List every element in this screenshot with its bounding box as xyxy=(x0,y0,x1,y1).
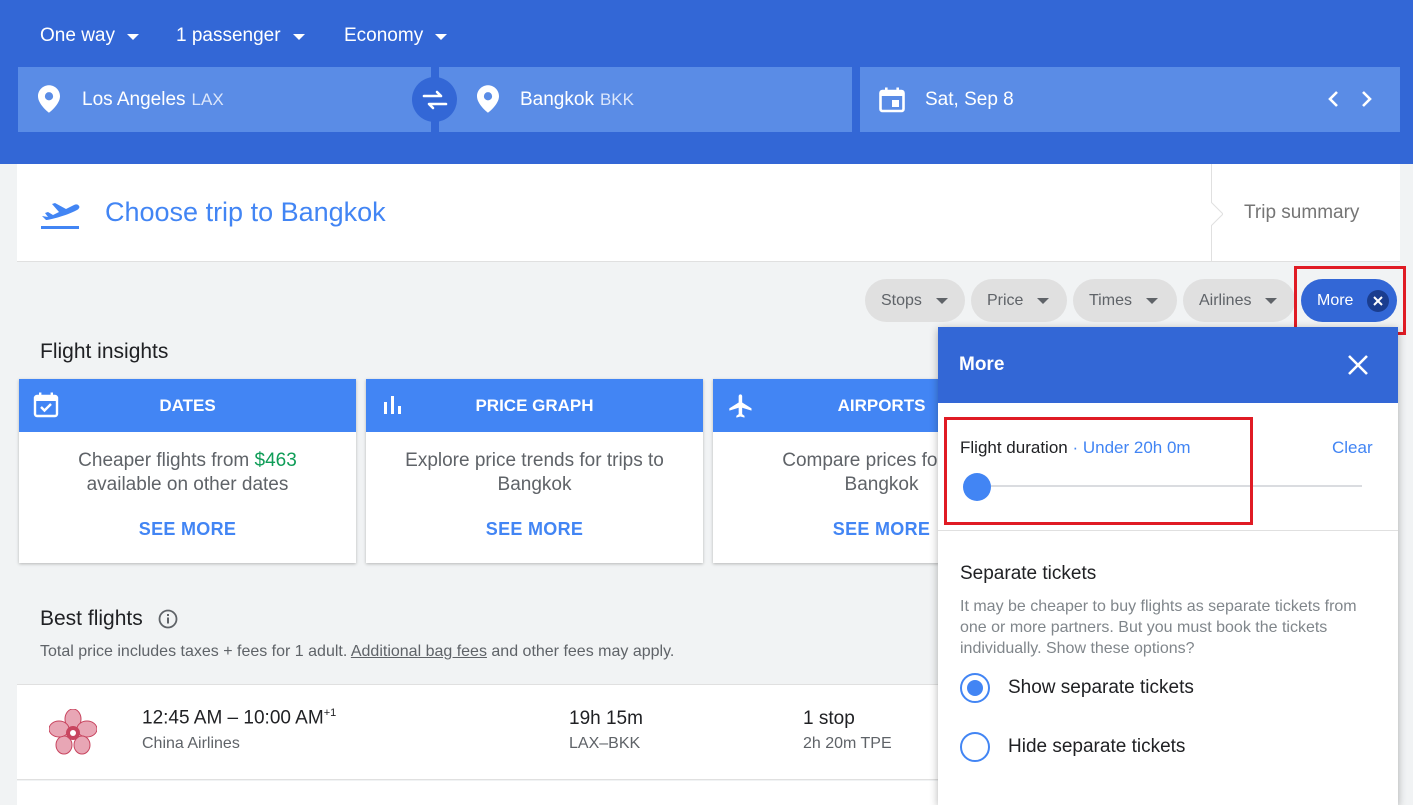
dates-insight-card[interactable]: DATES Cheaper flights from $463 availabl… xyxy=(19,379,356,563)
divider xyxy=(938,530,1398,531)
flight-row[interactable] xyxy=(17,781,947,805)
swap-locations-button[interactable] xyxy=(412,77,457,122)
passengers-dropdown[interactable]: 1 passenger xyxy=(176,22,305,50)
destination-field[interactable]: Bangkok BKK xyxy=(439,67,852,132)
highlight-box xyxy=(944,417,1253,525)
separate-tickets-heading: Separate tickets xyxy=(960,563,1097,584)
clear-duration-button[interactable]: Clear xyxy=(1332,438,1373,458)
info-icon[interactable] xyxy=(158,609,178,629)
trip-type-label: One way xyxy=(40,25,115,46)
insights-heading: Flight insights xyxy=(40,340,169,363)
chevron-down-icon xyxy=(1265,297,1278,304)
price-filter-chip[interactable]: Price xyxy=(971,279,1067,322)
hide-separate-tickets-radio[interactable] xyxy=(960,732,990,762)
card-text: Explore price trends for trips to Bangko… xyxy=(405,450,664,495)
lowest-price: $463 xyxy=(254,450,297,471)
card-header: DATES xyxy=(19,379,356,432)
card-text: Compare prices for airp Bangkok xyxy=(713,432,939,497)
chevron-right-icon[interactable] xyxy=(1359,89,1373,109)
swap-icon xyxy=(422,90,447,109)
flight-route: LAX–BKK xyxy=(569,735,641,752)
separate-tickets-description: It may be cheaper to buy flights as sepa… xyxy=(960,598,1357,657)
note-text: Total price includes taxes + fees for 1 … xyxy=(40,643,351,660)
china-airlines-logo xyxy=(49,709,97,755)
see-more-link[interactable]: SEE MORE xyxy=(19,519,356,540)
flight-layover: 2h 20m TPE xyxy=(803,735,892,752)
chevron-left-icon[interactable] xyxy=(1327,89,1341,109)
chevron-down-icon xyxy=(1037,297,1050,304)
chevron-down-icon xyxy=(292,34,305,40)
times-filter-chip[interactable]: Times xyxy=(1073,279,1177,322)
radio-label[interactable]: Hide separate tickets xyxy=(1008,736,1185,758)
airlines-filter-chip[interactable]: Airlines xyxy=(1183,279,1295,322)
page-title: Choose trip to Bangkok xyxy=(105,197,386,227)
stops-filter-chip[interactable]: Stops xyxy=(865,279,965,322)
best-flights-heading: Best flights xyxy=(40,607,143,631)
airports-insight-card[interactable]: AIRPORTS Compare prices for airp Bangkok… xyxy=(713,379,939,563)
trip-bar: Choose trip to Bangkok Trip summary xyxy=(17,164,1400,262)
flight-duration: 19h 15m xyxy=(569,708,643,729)
chip-label: Price xyxy=(987,291,1024,309)
cabin-class-label: Economy xyxy=(344,25,424,46)
calendar-check-icon xyxy=(33,392,59,418)
radio-selected-dot xyxy=(967,680,983,696)
flight-time-range: 12:45 AM – 10:00 AM xyxy=(142,707,324,729)
panel-header: More xyxy=(938,327,1398,403)
origin-field[interactable]: Los Angeles LAX xyxy=(18,67,431,132)
destination-city: Bangkok xyxy=(520,88,594,110)
card-text: Cheaper flights from $463 available on o… xyxy=(19,432,356,497)
bag-fees-link[interactable]: Additional bag fees xyxy=(351,643,487,660)
card-title: PRICE GRAPH xyxy=(475,395,594,415)
location-pin-icon xyxy=(38,85,60,113)
note-text: and other fees may apply. xyxy=(486,643,675,660)
trip-summary-step[interactable]: Trip summary xyxy=(1244,202,1359,224)
cabin-class-dropdown[interactable]: Economy xyxy=(344,22,448,50)
bar-chart-icon xyxy=(384,396,401,414)
best-flights-title: Best flights xyxy=(40,607,143,630)
airplane-icon xyxy=(729,394,752,418)
card-text-part: Bangkok xyxy=(844,474,919,495)
origin-city: Los Angeles xyxy=(82,88,186,110)
flight-stops: 1 stop xyxy=(803,708,855,729)
card-text-part: Cheaper flights from xyxy=(78,450,255,471)
card-title: DATES xyxy=(159,395,216,415)
card-header: PRICE GRAPH xyxy=(366,379,703,432)
see-more-link[interactable]: SEE MORE xyxy=(366,519,703,540)
chevron-right-icon xyxy=(1211,202,1223,226)
highlight-box xyxy=(1294,266,1406,335)
close-icon[interactable] xyxy=(1346,353,1370,377)
panel-title: More xyxy=(959,354,1005,375)
origin-code: LAX xyxy=(191,89,224,109)
airline-name: China Airlines xyxy=(142,735,240,752)
chevron-down-icon xyxy=(1145,297,1158,304)
more-filters-panel: More Flight duration · Under 20h 0m Clea… xyxy=(938,327,1398,805)
radio-label[interactable]: Show separate tickets xyxy=(1008,677,1194,699)
calendar-icon xyxy=(879,87,905,113)
departure-date: Sat, Sep 8 xyxy=(925,88,1014,110)
show-separate-tickets-radio[interactable] xyxy=(960,673,990,703)
card-text-part: Compare prices for airp xyxy=(782,450,939,471)
date-field[interactable]: Sat, Sep 8 xyxy=(860,67,1400,132)
location-pin-icon xyxy=(477,85,499,113)
card-text-part: available on other dates xyxy=(86,474,289,495)
chip-label: Stops xyxy=(881,291,922,309)
search-header: One way 1 passenger Economy Los Angeles … xyxy=(0,0,1413,164)
trip-type-dropdown[interactable]: One way xyxy=(40,22,139,50)
chip-label: Airlines xyxy=(1199,291,1252,309)
card-title: AIRPORTS xyxy=(837,395,926,415)
card-header: AIRPORTS xyxy=(713,379,939,432)
see-more-link[interactable]: SEE MORE xyxy=(713,519,939,540)
price-note: Total price includes taxes + fees for 1 … xyxy=(40,643,674,661)
chip-label: Times xyxy=(1089,291,1132,309)
chevron-down-icon xyxy=(126,34,139,40)
flight-times: 12:45 AM – 10:00 AM+1 xyxy=(142,707,336,729)
flight-row[interactable]: 12:45 AM – 10:00 AM+1 China Airlines 19h… xyxy=(17,684,947,780)
price-graph-insight-card[interactable]: PRICE GRAPH Explore price trends for tri… xyxy=(366,379,703,563)
chevron-down-icon xyxy=(935,297,948,304)
destination-code: BKK xyxy=(599,89,634,109)
passengers-label: 1 passenger xyxy=(176,25,281,46)
day-offset: +1 xyxy=(323,707,337,719)
flight-takeoff-icon xyxy=(41,203,80,229)
chevron-down-icon xyxy=(435,34,448,40)
